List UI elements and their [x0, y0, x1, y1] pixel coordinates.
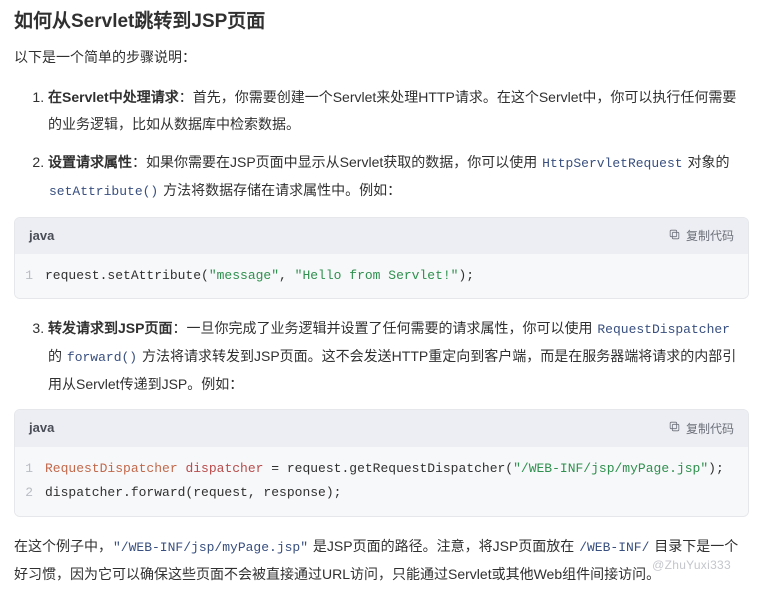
step-body-b: 的: [48, 348, 66, 364]
step-lead: 转发请求到JSP页面: [48, 320, 172, 336]
inline-code: setAttribute(): [48, 184, 159, 199]
token-pln: );: [708, 461, 724, 476]
steps-list: 在Servlet中处理请求：首先，你需要创建一个Servlet来处理HTTP请求…: [14, 84, 749, 205]
step-lead: 在Servlet中处理请求: [48, 89, 179, 105]
token-pln: dispatcher.forward(request, response);: [45, 485, 341, 500]
token-pln: );: [458, 268, 474, 283]
copy-button[interactable]: 复制代码: [668, 420, 734, 437]
step-body-b: 对象的: [684, 154, 730, 170]
token-var: dispatcher: [185, 461, 263, 476]
copy-label: 复制代码: [686, 227, 734, 244]
code-block-2: java 复制代码 1RequestDispatcher dispatcher …: [14, 409, 749, 516]
step-body-c: 方法将数据存储在请求属性中。例如：: [159, 182, 401, 198]
inline-code: forward(): [66, 350, 138, 365]
token-str: "message": [209, 268, 279, 283]
inline-code: HttpServletRequest: [541, 156, 683, 171]
code-lang-label: java: [29, 417, 54, 439]
line-number: 1: [15, 457, 45, 482]
code-line: 1RequestDispatcher dispatcher = request.…: [15, 457, 748, 482]
watermark: @ZhuYuxi333: [652, 555, 731, 575]
intro-text: 以下是一个简单的步骤说明：: [14, 46, 749, 70]
line-content: request.setAttribute("message", "Hello f…: [45, 264, 748, 289]
code-lang-label: java: [29, 225, 54, 247]
step-3: 转发请求到JSP页面：一旦你完成了业务逻辑并设置了任何需要的请求属性，你可以使用…: [48, 315, 749, 397]
token-pln: = request.getRequestDispatcher(: [263, 461, 513, 476]
copy-label: 复制代码: [686, 420, 734, 437]
copy-icon: [668, 228, 681, 244]
inline-code: RequestDispatcher: [596, 322, 731, 337]
after-a: 在这个例子中，: [14, 538, 112, 554]
step-body-a: ：一旦你完成了业务逻辑并设置了任何需要的请求属性，你可以使用: [172, 320, 596, 336]
page-title: 如何从Servlet跳转到JSP页面: [14, 6, 749, 38]
step-1: 在Servlet中处理请求：首先，你需要创建一个Servlet来处理HTTP请求…: [48, 84, 749, 137]
token-str: "Hello from Servlet!": [295, 268, 459, 283]
code-header: java 复制代码: [15, 218, 748, 254]
code-header: java 复制代码: [15, 410, 748, 446]
copy-icon: [668, 420, 681, 436]
code-line: 2dispatcher.forward(request, response);: [15, 481, 748, 506]
code-body: 1request.setAttribute("message", "Hello …: [15, 254, 748, 299]
after-b: 是JSP页面的路径。注意，将JSP页面放在: [309, 538, 578, 554]
token-cls: RequestDispatcher: [45, 461, 178, 476]
code-line: 1request.setAttribute("message", "Hello …: [15, 264, 748, 289]
step-2: 设置请求属性：如果你需要在JSP页面中显示从Servlet获取的数据，你可以使用…: [48, 149, 749, 204]
code-body: 1RequestDispatcher dispatcher = request.…: [15, 447, 748, 516]
inline-code: /WEB-INF/: [578, 540, 650, 555]
step-lead: 设置请求属性: [48, 154, 132, 170]
line-number: 2: [15, 481, 45, 506]
line-content: dispatcher.forward(request, response);: [45, 481, 748, 506]
step-body-a: ：如果你需要在JSP页面中显示从Servlet获取的数据，你可以使用: [132, 154, 541, 170]
step-body-c: 方法将请求转发到JSP页面。这不会发送HTTP重定向到客户端，而是在服务器端将请…: [48, 348, 736, 392]
token-pln: request.setAttribute(: [45, 268, 209, 283]
inline-code: "/WEB-INF/jsp/myPage.jsp": [112, 540, 309, 555]
line-content: RequestDispatcher dispatcher = request.g…: [45, 457, 748, 482]
token-str: "/WEB-INF/jsp/myPage.jsp": [513, 461, 708, 476]
copy-button[interactable]: 复制代码: [668, 227, 734, 244]
code-block-1: java 复制代码 1request.setAttribute("message…: [14, 217, 749, 300]
steps-list-cont: 转发请求到JSP页面：一旦你完成了业务逻辑并设置了任何需要的请求属性，你可以使用…: [14, 315, 749, 397]
token-pln: ,: [279, 268, 295, 283]
after-paragraph: 在这个例子中，"/WEB-INF/jsp/myPage.jsp" 是JSP页面的…: [14, 533, 749, 587]
line-number: 1: [15, 264, 45, 289]
